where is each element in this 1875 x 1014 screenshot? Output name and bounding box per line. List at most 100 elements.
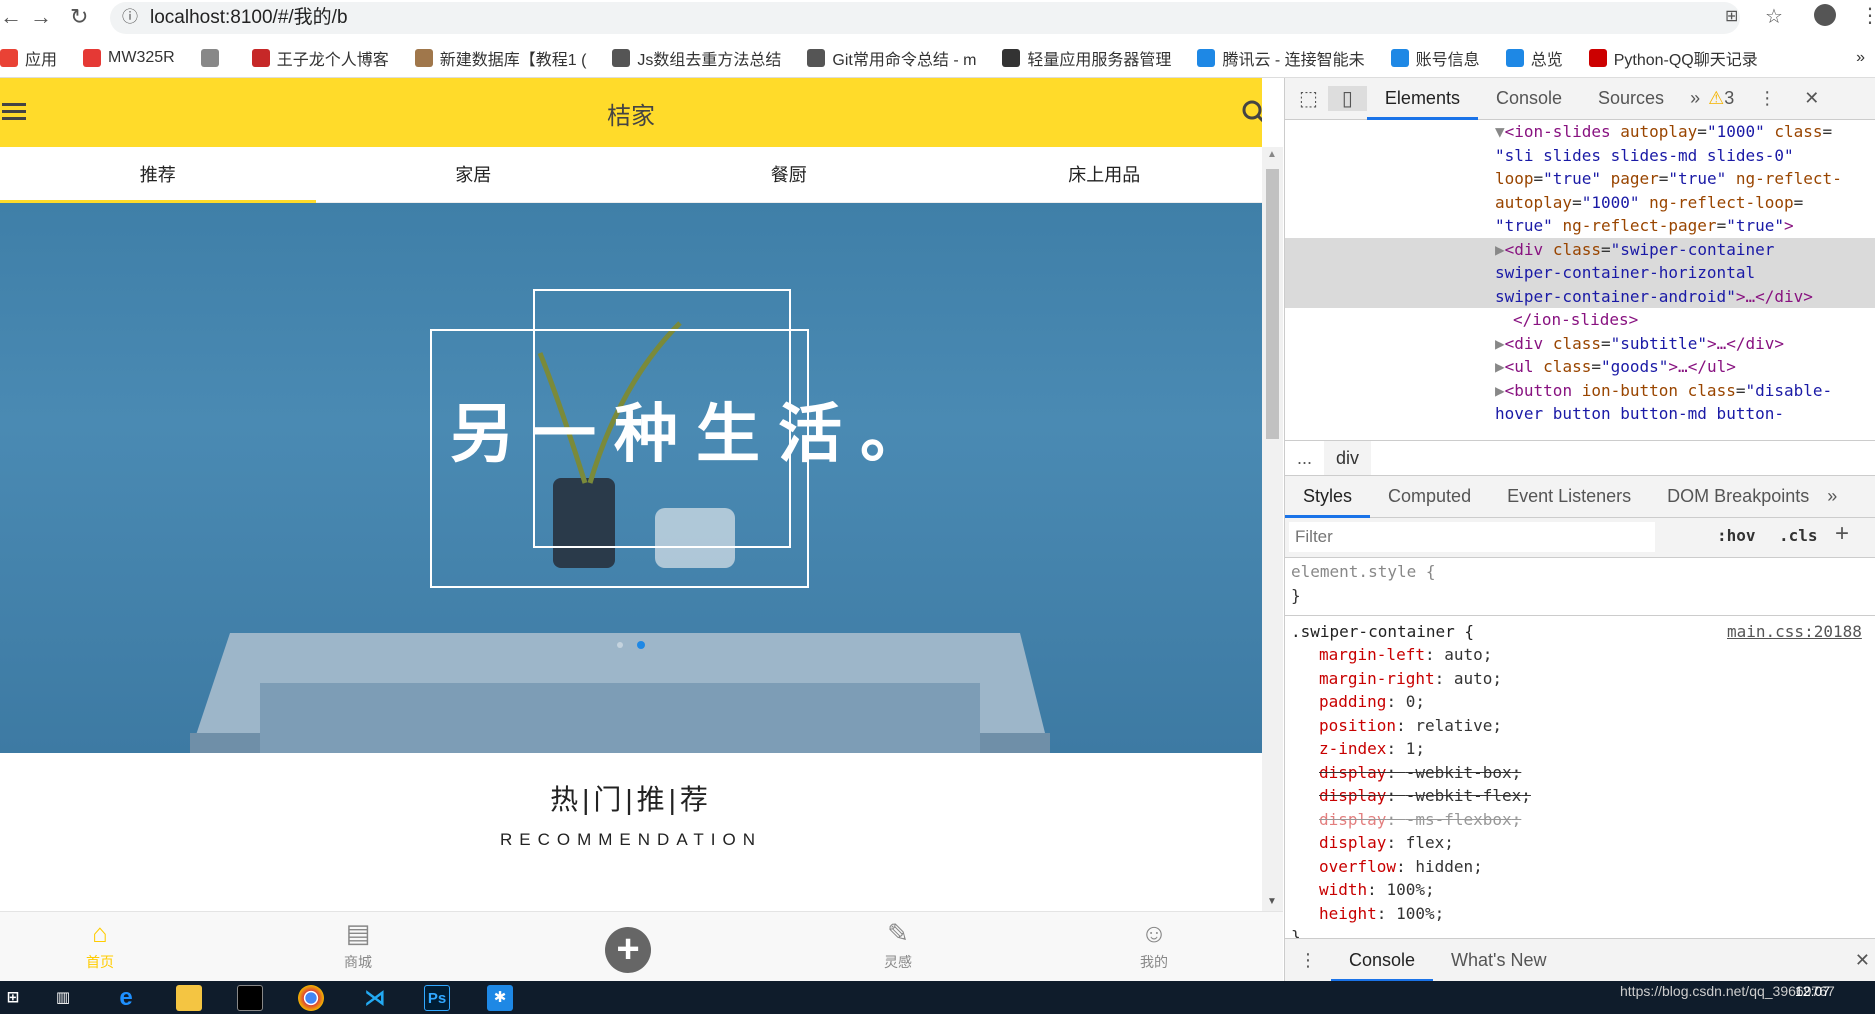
bookmark-item[interactable]: 王子龙个人博客 bbox=[251, 46, 389, 70]
filter-bar: :hov .cls + bbox=[1285, 518, 1875, 558]
tab-home[interactable]: 家居 bbox=[316, 147, 632, 202]
close-drawer-icon[interactable]: ✕ bbox=[1855, 950, 1875, 971]
bookmark-label: Js数组去重方法总结 bbox=[637, 51, 782, 69]
add-rule-icon[interactable]: + bbox=[1835, 520, 1849, 548]
more-tabs-icon[interactable]: » bbox=[1682, 88, 1708, 109]
translate-icon[interactable]: ⊞ bbox=[1725, 6, 1738, 26]
star-icon[interactable]: ☆ bbox=[1765, 4, 1783, 29]
nav-home[interactable]: ⌂ 首页 bbox=[40, 918, 160, 972]
profile-icon[interactable] bbox=[1814, 4, 1836, 26]
bookmark-item[interactable]: 轻量应用服务器管理 bbox=[1002, 46, 1171, 70]
tab-dom-breakpoints[interactable]: DOM Breakpoints bbox=[1649, 476, 1827, 517]
drawer-menu-icon[interactable]: ⋮ bbox=[1285, 950, 1331, 971]
app-icon[interactable]: ✱ bbox=[487, 985, 513, 1011]
vscode-icon[interactable]: ⋊ bbox=[362, 985, 388, 1011]
terminal-icon[interactable] bbox=[237, 985, 263, 1011]
device-toggle-icon[interactable]: ▯ bbox=[1327, 86, 1367, 111]
css-property[interactable]: overflow: hidden; bbox=[1319, 855, 1531, 879]
bookmark-icon bbox=[200, 48, 219, 67]
css-property[interactable]: display: -webkit-flex; bbox=[1319, 784, 1531, 808]
bookmark-item[interactable]: 腾讯云 - 连接智能未 bbox=[1197, 46, 1365, 70]
cls-toggle[interactable]: .cls bbox=[1779, 524, 1818, 548]
tab-event-listeners[interactable]: Event Listeners bbox=[1489, 476, 1649, 517]
search-icon[interactable] bbox=[1242, 100, 1262, 126]
tree-node[interactable]: ▶<button ion-button class="disable- hove… bbox=[1285, 379, 1875, 426]
more-style-tabs-icon[interactable]: » bbox=[1827, 486, 1837, 507]
bookmark-item[interactable] bbox=[200, 48, 226, 67]
css-property[interactable]: display: -ms-flexbox; bbox=[1319, 808, 1531, 832]
address-bar[interactable]: ⓘ localhost:8100/#/我的/b bbox=[110, 2, 1740, 34]
bookmark-item[interactable]: 应用 bbox=[0, 46, 57, 70]
breadcrumb-div[interactable]: div bbox=[1324, 441, 1372, 475]
tree-node-selected[interactable]: •••▶<div class="swiper-container swiper-… bbox=[1285, 237, 1875, 308]
start-icon[interactable]: ⊞ bbox=[0, 985, 26, 1011]
tab-sources[interactable]: Sources bbox=[1580, 78, 1682, 119]
css-property[interactable]: height: 100%; bbox=[1319, 902, 1531, 926]
forward-icon[interactable]: → bbox=[30, 4, 52, 30]
hero-slider[interactable]: 另一种生活。 bbox=[0, 203, 1262, 753]
nav-store-label: 商城 bbox=[344, 954, 372, 970]
bookmark-item[interactable]: 总览 bbox=[1505, 46, 1563, 70]
bookmark-item[interactable]: Js数组去重方法总结 bbox=[612, 46, 781, 70]
bookmark-item[interactable]: 新建数据库【教程1 ( bbox=[414, 46, 586, 70]
css-property[interactable]: display: -webkit-box; bbox=[1319, 761, 1531, 785]
edge-icon[interactable]: e bbox=[113, 985, 139, 1011]
drawer-tab-console[interactable]: Console bbox=[1331, 939, 1434, 982]
property-name: margin-left bbox=[1319, 645, 1425, 664]
tab-bedding[interactable]: 床上用品 bbox=[947, 147, 1263, 202]
app-scrollbar[interactable]: ▲ ▼ bbox=[1262, 147, 1283, 911]
tab-recommend[interactable]: 推荐 bbox=[0, 147, 316, 203]
css-property[interactable]: margin-left: auto; bbox=[1319, 643, 1531, 667]
app-viewport: 桔家 推荐 家居 餐厨 床上用品 另一种生活。 热|门|推|荐 RECOMMEN… bbox=[0, 78, 1262, 981]
nav-inspiration[interactable]: ✎ 灵感 bbox=[838, 918, 958, 972]
css-property[interactable]: padding: 0; bbox=[1319, 690, 1531, 714]
bookmark-item[interactable]: Python-QQ聊天记录 bbox=[1588, 46, 1758, 70]
breadcrumb-ellipsis[interactable]: ... bbox=[1285, 448, 1324, 469]
photoshop-icon[interactable]: Ps bbox=[424, 985, 450, 1011]
tree-node[interactable]: ▶<div class="subtitle">…</div> bbox=[1285, 332, 1875, 356]
warning-icon[interactable]: ⚠ bbox=[1708, 88, 1724, 109]
task-view-icon[interactable]: ▥ bbox=[50, 985, 76, 1011]
explorer-icon[interactable] bbox=[176, 985, 202, 1011]
css-property[interactable]: z-index: 1; bbox=[1319, 737, 1531, 761]
bookmark-icon bbox=[1390, 48, 1409, 67]
back-icon[interactable]: ← bbox=[0, 4, 22, 30]
bookmarks-overflow[interactable]: » bbox=[1856, 49, 1875, 67]
tree-node[interactable]: ▶<ul class="goods">…</ul> bbox=[1285, 355, 1875, 379]
bookmark-item[interactable]: 账号信息 bbox=[1390, 46, 1480, 70]
bottom-nav: ⌂ 首页 ▤ 商城 + ✎ 灵感 ☺ 我的 bbox=[0, 911, 1283, 981]
close-devtools-icon[interactable]: ✕ bbox=[1804, 88, 1819, 109]
styles-filter-input[interactable] bbox=[1289, 522, 1655, 552]
css-property[interactable]: width: 100%; bbox=[1319, 878, 1531, 902]
plus-circle-icon[interactable]: + bbox=[605, 927, 651, 973]
elements-tree[interactable]: ▼<ion-slides autoplay="1000" class= "sli… bbox=[1285, 120, 1875, 440]
tab-styles[interactable]: Styles bbox=[1285, 476, 1371, 518]
warning-count[interactable]: 3 bbox=[1724, 88, 1734, 109]
property-name: display bbox=[1319, 762, 1387, 782]
inspect-icon[interactable]: ⬚ bbox=[1285, 86, 1328, 111]
rule-source-link[interactable]: main.css:20188 bbox=[1727, 620, 1862, 644]
bookmark-item[interactable]: MW325R bbox=[83, 48, 175, 67]
nav-mine[interactable]: ☺ 我的 bbox=[1094, 918, 1214, 972]
tab-console[interactable]: Console bbox=[1478, 78, 1580, 119]
property-name: padding bbox=[1319, 692, 1387, 711]
nav-store[interactable]: ▤ 商城 bbox=[298, 918, 418, 972]
hov-toggle[interactable]: :hov bbox=[1717, 524, 1756, 548]
element-style-rule[interactable]: element.style { } bbox=[1291, 560, 1436, 607]
tab-computed[interactable]: Computed bbox=[1370, 476, 1489, 517]
bookmark-label: 王子龙个人博客 bbox=[276, 51, 389, 69]
css-property[interactable]: margin-right: auto; bbox=[1319, 667, 1531, 691]
bookmark-item[interactable]: Git常用命令总结 - m bbox=[807, 46, 976, 70]
devtools-menu-icon[interactable]: ⋮ bbox=[1758, 88, 1776, 109]
drawer-tab-whats-new[interactable]: What's New bbox=[1433, 939, 1564, 981]
nav-mine-label: 我的 bbox=[1140, 954, 1168, 970]
chrome-icon[interactable] bbox=[298, 985, 324, 1011]
css-property[interactable]: position: relative; bbox=[1319, 714, 1531, 738]
tree-node[interactable]: ▼<ion-slides autoplay="1000" class= "sli… bbox=[1285, 120, 1875, 238]
tab-kitchen[interactable]: 餐厨 bbox=[631, 147, 947, 202]
reload-icon[interactable]: ↻ bbox=[70, 4, 88, 30]
tab-elements[interactable]: Elements bbox=[1366, 78, 1479, 120]
css-property[interactable]: display: flex; bbox=[1319, 831, 1531, 855]
tree-node[interactable]: </ion-slides> bbox=[1285, 308, 1875, 332]
menu-dots-icon[interactable]: ⋮ bbox=[1860, 3, 1875, 28]
